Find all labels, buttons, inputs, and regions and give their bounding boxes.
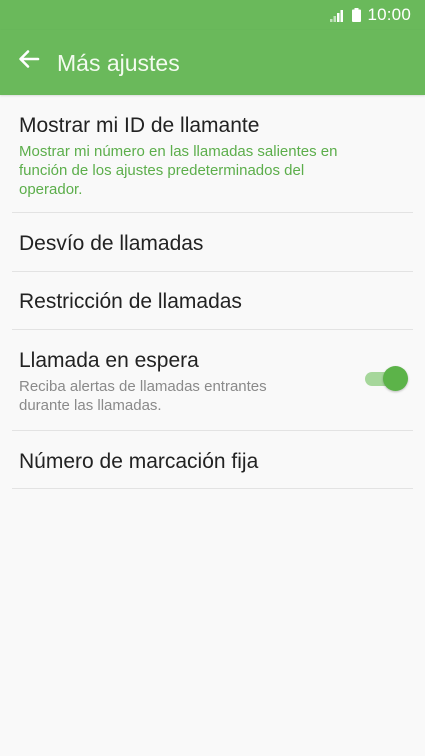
back-button[interactable]	[10, 42, 48, 80]
setting-call-waiting[interactable]: Llamada en espera Reciba alertas de llam…	[12, 330, 413, 431]
arrow-left-icon	[18, 48, 40, 75]
settings-list: Mostrar mi ID de llamante Mostrar mi núm…	[0, 95, 425, 489]
status-bar: 10:00	[0, 0, 425, 30]
call-waiting-toggle[interactable]	[365, 366, 409, 391]
status-time: 10:00	[367, 5, 411, 24]
setting-call-waiting-subtitle: Reciba alertas de llamadas entrantes dur…	[19, 378, 267, 414]
setting-fixed-dialing[interactable]: Número de marcación fija	[12, 431, 413, 489]
app-bar: Más ajustes	[0, 30, 425, 95]
setting-call-barring[interactable]: Restricción de llamadas	[12, 272, 413, 330]
setting-call-forwarding[interactable]: Desvío de llamadas	[12, 213, 413, 272]
setting-fixed-dialing-title: Número de marcación fija	[19, 450, 259, 473]
setting-caller-id-title: Mostrar mi ID de llamante	[19, 114, 260, 137]
page-title: Más ajustes	[57, 50, 180, 76]
setting-call-barring-title: Restricción de llamadas	[19, 290, 242, 313]
battery-icon	[352, 8, 362, 22]
setting-call-waiting-title: Llamada en espera	[19, 349, 199, 372]
status-icons: 10:00	[330, 5, 411, 25]
toggle-thumb	[383, 366, 408, 391]
setting-caller-id-subtitle: Mostrar mi número en las llamadas salien…	[19, 143, 338, 198]
setting-call-forwarding-title: Desvío de llamadas	[19, 232, 204, 255]
signal-icon	[330, 8, 346, 22]
setting-caller-id[interactable]: Mostrar mi ID de llamante Mostrar mi núm…	[12, 95, 413, 213]
